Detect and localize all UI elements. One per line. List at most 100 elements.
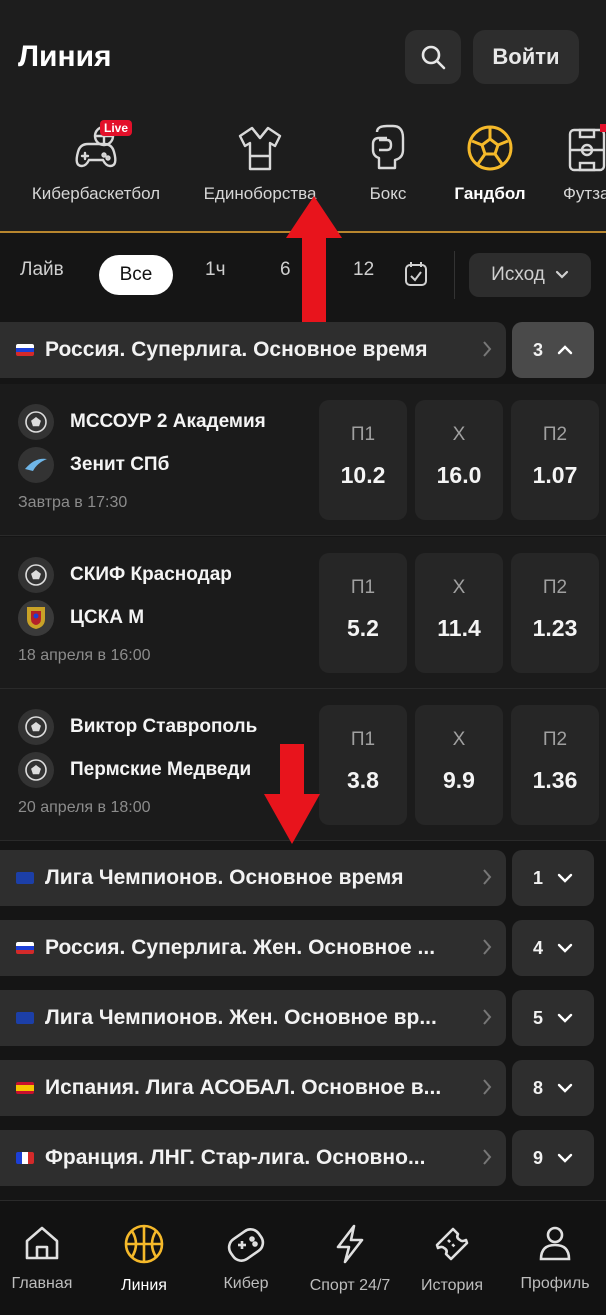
search-icon xyxy=(421,45,446,70)
odd-label: Х xyxy=(452,729,466,750)
chevron-down-icon xyxy=(555,270,568,279)
filter-divider xyxy=(454,251,455,299)
filter-all[interactable]: Все xyxy=(99,255,173,295)
sport-item-cyberbasketball[interactable]: Live Кибербаскетбол xyxy=(28,110,164,232)
odd-value: 5.2 xyxy=(347,615,379,641)
filter-live[interactable]: Лайв xyxy=(20,259,64,281)
nav-home[interactable]: Главная xyxy=(0,1223,92,1293)
flag-eu-icon xyxy=(16,1012,34,1024)
odd-button-p1[interactable]: П1 5.2 xyxy=(319,553,407,673)
odd-label: Х xyxy=(452,424,466,445)
match-card[interactable]: МССОУР 2 Академия Зенит СПб Завтра в 17:… xyxy=(0,384,606,536)
league-row[interactable]: Франция. ЛНГ. Стар-лига. Основно... 9 xyxy=(0,1130,606,1186)
nav-history[interactable]: История xyxy=(402,1223,502,1295)
flag-russia-icon xyxy=(16,344,34,356)
league-count: 5 xyxy=(532,1007,543,1028)
filter-12h[interactable]: 12 xyxy=(353,259,377,281)
chevron-down-icon xyxy=(557,873,573,883)
team-logo-zenit-icon xyxy=(18,447,54,483)
search-button[interactable] xyxy=(405,30,461,84)
league-row[interactable]: Россия. Суперлига. Жен. Основное ... 4 xyxy=(0,920,606,976)
odd-button-p1[interactable]: П1 3.8 xyxy=(319,705,407,825)
profile-icon xyxy=(539,1226,571,1261)
nav-label: Профиль xyxy=(520,1275,590,1292)
league-toggle[interactable]: 5 xyxy=(512,990,594,1046)
league-name: Испания. Лига АСОБАЛ. Основное в... xyxy=(45,1076,442,1099)
odd-value: 11.4 xyxy=(437,615,481,641)
outcome-label: Исход xyxy=(491,264,545,285)
sport-item-handball[interactable]: Гандбол xyxy=(448,110,532,232)
league-toggle[interactable]: 8 xyxy=(512,1060,594,1116)
boxing-glove-icon xyxy=(371,124,405,170)
league-toggle[interactable]: 4 xyxy=(512,920,594,976)
team1-name: Виктор Ставрополь xyxy=(70,716,258,737)
nav-label: Линия xyxy=(121,1277,167,1294)
league-count: 8 xyxy=(532,1077,543,1098)
nav-label: История xyxy=(420,1277,484,1294)
flag-france-icon xyxy=(16,1152,34,1164)
odd-button-p2[interactable]: П2 1.23 xyxy=(511,553,599,673)
live-badge: Live xyxy=(99,120,132,136)
nav-cyber[interactable]: Кибер xyxy=(196,1223,296,1293)
league-name: Россия. Суперлига. Жен. Основное ... xyxy=(45,936,436,959)
match-time: 20 апреля в 18:00 xyxy=(18,799,151,816)
league-toggle[interactable]: 3 xyxy=(512,322,594,378)
login-button[interactable]: Войти xyxy=(473,30,579,84)
odd-button-x[interactable]: Х 16.0 xyxy=(415,400,503,520)
chevron-down-icon xyxy=(557,1153,573,1163)
odd-value: 1.36 xyxy=(532,767,578,793)
gamepad-icon xyxy=(227,1228,265,1262)
handball-icon xyxy=(467,125,513,171)
league-row[interactable]: Лига Чемпионов. Основное время 1 xyxy=(0,850,606,906)
odd-button-p2[interactable]: П2 1.36 xyxy=(511,705,599,825)
odd-value: 1.23 xyxy=(532,615,578,641)
league-count: 4 xyxy=(532,937,543,958)
league-row[interactable]: Лига Чемпионов. Жен. Основное вр... 5 xyxy=(0,990,606,1046)
league-toggle[interactable]: 1 xyxy=(512,850,594,906)
league-row[interactable]: Испания. Лига АСОБАЛ. Основное в... 8 xyxy=(0,1060,606,1116)
sport-label: Бокс xyxy=(369,184,407,203)
league-row[interactable]: Россия. Суперлига. Основное время 3 xyxy=(0,322,606,378)
match-time: Завтра в 17:30 xyxy=(18,494,128,511)
match-card[interactable]: СКИФ Краснодар ЦСКА М 18 апреля в 16:00 … xyxy=(0,537,606,689)
nav-line[interactable]: Линия xyxy=(94,1223,194,1295)
odd-value: 16.0 xyxy=(436,462,482,488)
chevron-right-icon xyxy=(483,1149,492,1165)
odd-button-x[interactable]: Х 11.4 xyxy=(415,553,503,673)
league-name: Лига Чемпионов. Жен. Основное вр... xyxy=(45,1006,437,1029)
team-logo-ball-icon xyxy=(18,709,54,745)
nav-label: Спорт 24/7 xyxy=(309,1277,391,1294)
league-count: 1 xyxy=(532,867,543,888)
outcome-select[interactable]: Исход xyxy=(469,253,591,297)
league-count: 3 xyxy=(532,339,543,360)
sport-label: Футза xyxy=(563,184,606,203)
filter-1h[interactable]: 1ч xyxy=(205,259,225,281)
flag-spain-icon xyxy=(16,1082,34,1094)
sport-label: Гандбол xyxy=(454,184,526,203)
home-icon xyxy=(25,1226,59,1260)
league-name: Франция. ЛНГ. Стар-лига. Основно... xyxy=(45,1146,426,1169)
sport-item-boxing[interactable]: Бокс xyxy=(348,110,428,232)
team1-name: МССОУР 2 Академия xyxy=(70,411,266,432)
team2-name: Зенит СПб xyxy=(70,454,170,475)
sport-item-futsal[interactable]: Футза xyxy=(560,110,606,232)
nav-sport-247[interactable]: Спорт 24/7 xyxy=(300,1223,400,1295)
chevron-right-icon xyxy=(483,341,492,357)
match-time: 18 апреля в 16:00 xyxy=(18,647,151,664)
lightning-icon xyxy=(336,1224,364,1264)
odd-button-p1[interactable]: П1 10.2 xyxy=(319,400,407,520)
team2-name: Пермские Медведи xyxy=(70,759,252,780)
nav-profile[interactable]: Профиль xyxy=(505,1223,605,1293)
odd-button-x[interactable]: Х 9.9 xyxy=(415,705,503,825)
odd-button-p2[interactable]: П2 1.07 xyxy=(511,400,599,520)
basketball-icon xyxy=(124,1224,164,1264)
calendar-icon[interactable] xyxy=(404,261,428,287)
chevron-down-icon xyxy=(557,943,573,953)
chevron-right-icon xyxy=(483,1009,492,1025)
odd-label: П2 xyxy=(542,424,568,445)
team1-name: СКИФ Краснодар xyxy=(70,564,232,585)
team-logo-ball-icon xyxy=(18,557,54,593)
team-logo-ball-icon xyxy=(18,752,54,788)
flag-eu-icon xyxy=(16,872,34,884)
league-toggle[interactable]: 9 xyxy=(512,1130,594,1186)
